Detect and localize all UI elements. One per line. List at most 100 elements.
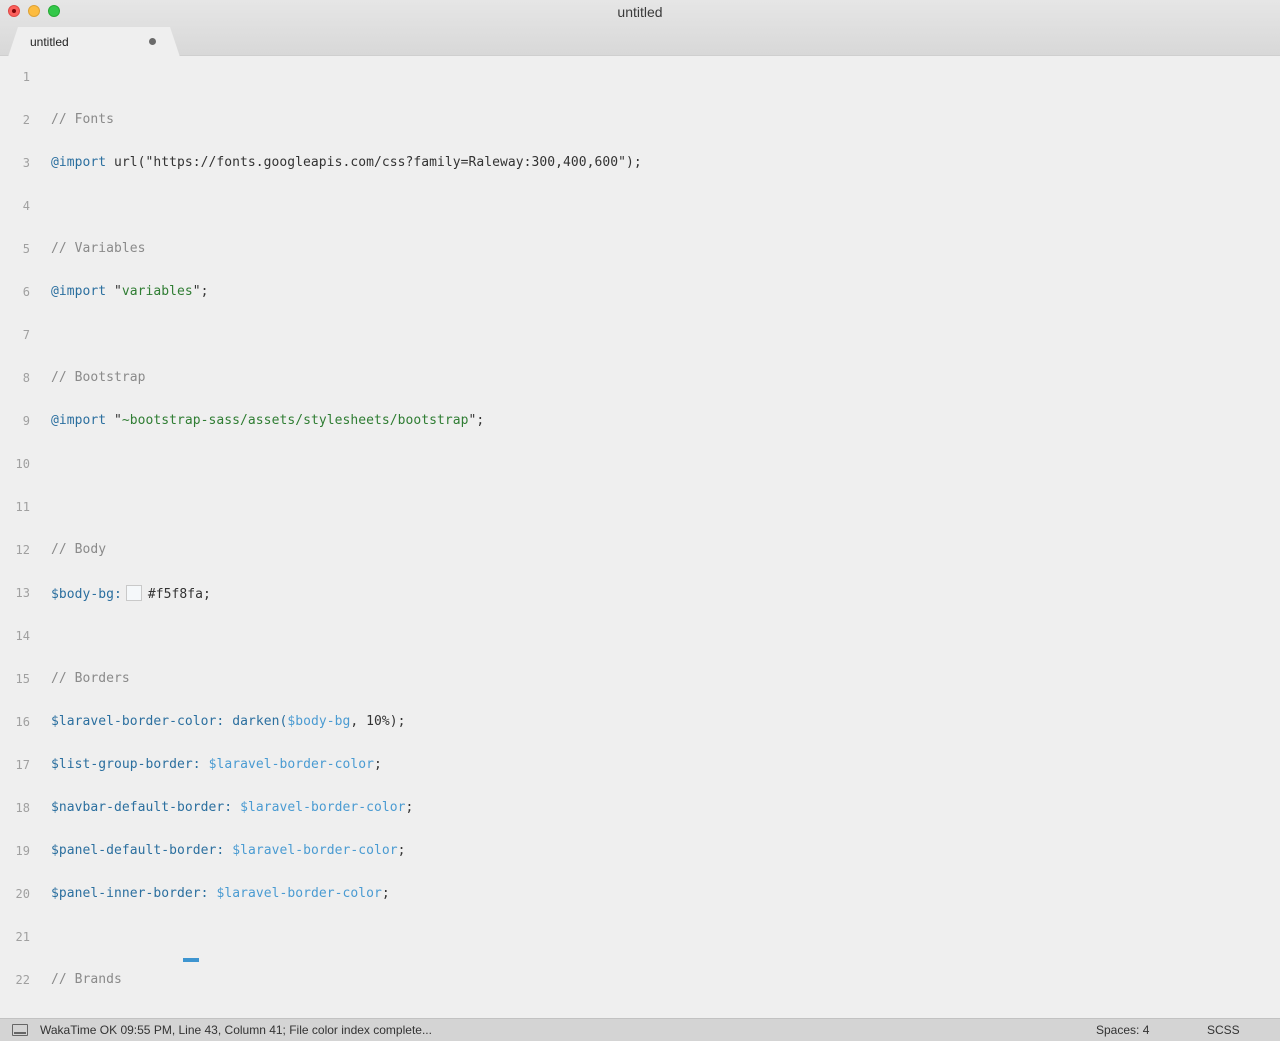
code-line[interactable]: 12 // Body (0, 530, 1280, 573)
line-number: 9 (22, 414, 30, 428)
code-token: "; (192, 284, 209, 299)
code-text: // Body (51, 542, 106, 557)
line-number: 21 (15, 930, 30, 944)
line-number: 2 (22, 113, 30, 127)
code-line[interactable]: 7 (0, 315, 1280, 358)
line-number: 15 (15, 672, 30, 686)
code-token: ; (405, 800, 414, 815)
code-text: @import url("https://fonts.googleapis.co… (51, 155, 642, 170)
code-line[interactable]: 6 @import "variables"; (0, 272, 1280, 315)
code-text: @import "~bootstrap-sass/assets/styleshe… (51, 413, 484, 428)
line-number: 14 (15, 629, 30, 643)
unsaved-dot-icon[interactable] (149, 38, 156, 45)
line-number: 16 (15, 715, 30, 729)
code-text: @import "variables"; (51, 284, 209, 299)
line-number: 1 (22, 70, 30, 84)
code-token: $body-bg: (51, 587, 122, 602)
code-line[interactable]: 22 // Brands (0, 960, 1280, 1003)
syntax-selector[interactable]: SCSS (1207, 1023, 1240, 1037)
code-token: $laravel-border-color: (51, 714, 225, 729)
tab-label: untitled (30, 35, 69, 49)
title-bar[interactable]: untitled untitled (0, 0, 1280, 57)
code-text: $navbar-default-border: $laravel-border-… (51, 800, 413, 815)
color-swatch-partial (183, 958, 199, 962)
line-number: 5 (22, 242, 30, 256)
code-token: " (106, 413, 122, 428)
code-line[interactable]: 9 @import "~bootstrap-sass/assets/stylesh… (0, 401, 1280, 444)
code-token: #f5f8fa; (147, 587, 211, 602)
tab-untitled[interactable]: untitled (8, 27, 180, 57)
code-editor[interactable]: 1 2// Fonts 3 @import url("https://fonts.go… (0, 57, 1280, 1018)
code-text: // Brands (51, 972, 122, 987)
line-number: 17 (15, 758, 30, 772)
code-text: $panel-inner-border: $laravel-border-col… (51, 886, 390, 901)
code-text: // Borders (51, 671, 130, 686)
line-number: 11 (15, 500, 30, 514)
code-token: // Fonts (51, 112, 115, 127)
code-line[interactable]: 17 $list-group-border: $laravel-border-co… (0, 745, 1280, 788)
code-token: ; (381, 886, 390, 901)
code-text: // Variables (51, 241, 146, 256)
panel-toggle-icon[interactable] (12, 1024, 28, 1036)
code-token: @import (51, 284, 107, 299)
code-token: , 10%); (350, 714, 406, 729)
color-swatch-icon (125, 585, 142, 601)
code-line[interactable]: 1 (0, 57, 1280, 100)
code-line[interactable]: 15 // Borders (0, 659, 1280, 702)
code-line[interactable]: 3 @import url("https://fonts.googleapis.c… (0, 143, 1280, 186)
code-line[interactable]: 21 (0, 917, 1280, 960)
status-bar: WakaTime OK 09:55 PM, Line 43, Column 41… (0, 1018, 1280, 1041)
line-number: 6 (22, 285, 30, 299)
line-number: 7 (22, 328, 30, 342)
code-line[interactable]: 20 $panel-inner-border: $laravel-border-c… (0, 874, 1280, 917)
code-token: @import (51, 155, 107, 170)
code-text: $laravel-border-color: darken($body-bg, … (51, 714, 405, 729)
code-token: ; (373, 757, 382, 772)
code-token: ; (397, 843, 406, 858)
code-token: variables (121, 284, 193, 299)
code-token: // Body (51, 542, 107, 557)
line-number: 13 (15, 586, 30, 600)
code-line[interactable]: 16 $laravel-border-color: darken($body-bg… (0, 702, 1280, 745)
code-line[interactable]: 4 (0, 186, 1280, 229)
code-token: $list-group-border: (51, 757, 201, 772)
code-token: $panel-default-border: (51, 843, 225, 858)
indentation-selector[interactable]: Spaces: 4 (1096, 1023, 1149, 1037)
code-line[interactable]: 14 (0, 616, 1280, 659)
code-line[interactable]: 18 $navbar-default-border: $laravel-borde… (0, 788, 1280, 831)
code-line[interactable]: 11 (0, 487, 1280, 530)
code-token: darken( (232, 714, 288, 729)
code-token: $laravel-border-color (208, 757, 374, 772)
code-line[interactable]: 19 $panel-default-border: $laravel-border… (0, 831, 1280, 874)
code-text: // Fonts (51, 112, 114, 127)
window-title: untitled (617, 4, 663, 20)
code-token: url("https://fonts.googleapis.com/css?fa… (106, 155, 642, 170)
code-token: " (106, 284, 122, 299)
code-line[interactable]: 2 // Fonts (0, 100, 1280, 143)
line-number: 8 (22, 371, 30, 385)
line-number: 3 (22, 156, 30, 170)
editor-window: untitled untitled 1 2// Fonts 3 @import url… (0, 0, 1280, 1041)
code-token: $laravel-border-color (216, 886, 382, 901)
line-number: 10 (15, 457, 30, 471)
line-number: 12 (15, 543, 30, 557)
code-line[interactable]: 13 $body-bg: #f5f8fa; (0, 573, 1280, 616)
code-token: @import (51, 413, 107, 428)
code-token: $panel-inner-border: (51, 886, 209, 901)
code-line[interactable]: 5 // Variables (0, 229, 1280, 272)
line-number: 4 (22, 199, 30, 213)
status-message: WakaTime OK 09:55 PM, Line 43, Column 41… (40, 1023, 432, 1037)
code-token: // Bootstrap (51, 370, 146, 385)
line-number: 22 (15, 973, 30, 987)
line-number: 20 (15, 887, 30, 901)
code-token: // Brands (51, 972, 122, 987)
code-text: $list-group-border: $laravel-border-colo… (51, 757, 382, 772)
code-line[interactable]: 8 // Bootstrap (0, 358, 1280, 401)
code-line[interactable]: 10 (0, 444, 1280, 487)
code-token: // Borders (51, 671, 130, 686)
code-token: // Variables (51, 241, 146, 256)
